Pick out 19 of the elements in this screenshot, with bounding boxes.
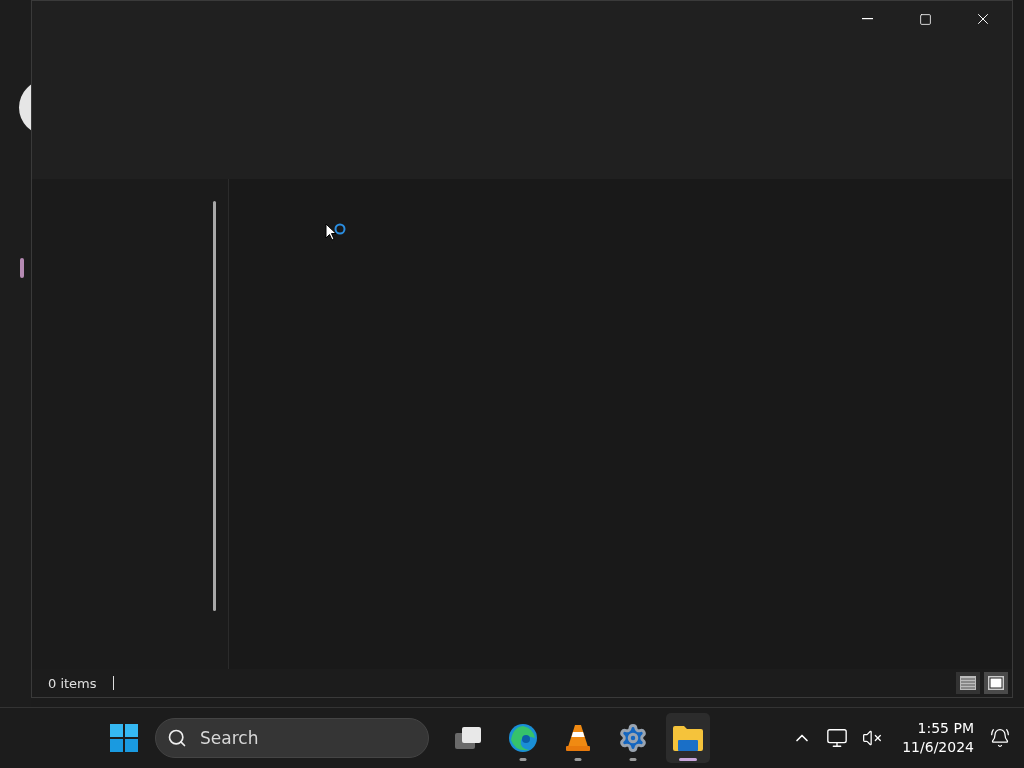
clock-date: 11/6/2024: [902, 738, 974, 757]
taskbar-app-button[interactable]: [666, 713, 710, 763]
traffic-cone-icon: [564, 723, 592, 753]
minimize-icon: [861, 18, 873, 20]
folder-icon: [672, 724, 704, 752]
windows-logo-icon: [109, 723, 139, 753]
edge-browser-icon: [507, 722, 539, 754]
scrollbar-thumb[interactable]: [213, 201, 216, 611]
search-icon: [167, 728, 187, 748]
selection-indicator: [20, 258, 24, 278]
task-view-icon: [453, 725, 483, 751]
details-view-button[interactable]: [956, 672, 980, 694]
item-count: 0 items: [48, 675, 97, 691]
clock[interactable]: 1:55 PM 11/6/2024: [902, 719, 974, 757]
tiles-view-button[interactable]: [984, 672, 1008, 694]
clock-time: 1:55 PM: [917, 719, 974, 738]
settings-icon: [618, 723, 648, 753]
search-field[interactable]: Search: [155, 718, 429, 758]
maximize-icon: [918, 12, 932, 26]
